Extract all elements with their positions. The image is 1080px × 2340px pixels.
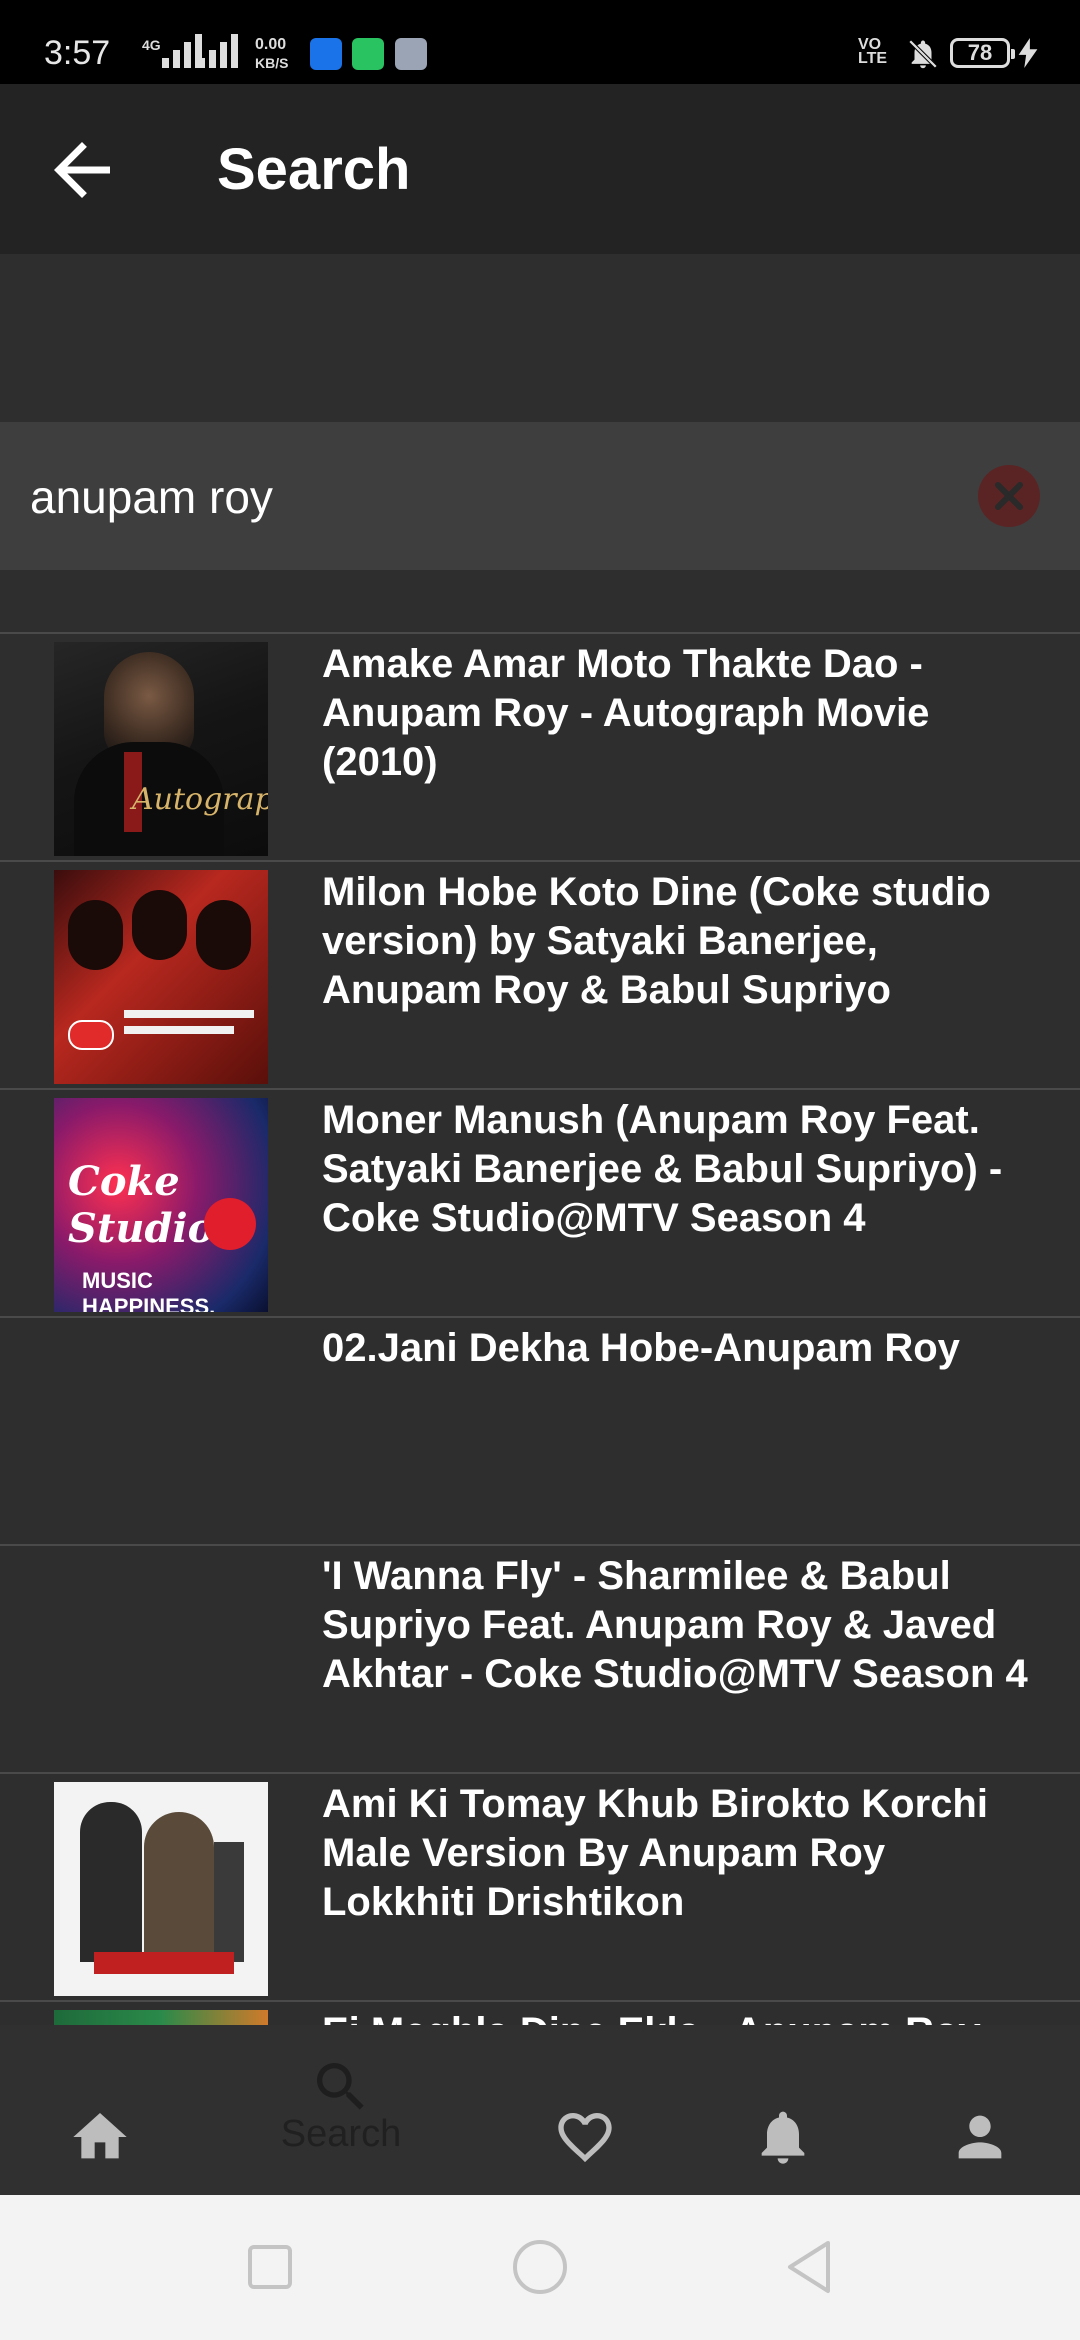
battery-level: 78 xyxy=(967,40,993,65)
app-notification-icon xyxy=(310,38,342,70)
result-title: 'I Wanna Fly' - Sharmilee & Babul Supriy… xyxy=(322,1554,1028,1696)
album-thumbnail xyxy=(54,870,268,1084)
status-time: 3:57 xyxy=(44,34,111,72)
volte-line2: LTE xyxy=(858,50,888,67)
signal-icon xyxy=(162,34,202,68)
thumbnail-text: Autograph. xyxy=(132,782,268,817)
thumbnail-text: MUSIC HAPPINESS. xyxy=(82,1268,216,1312)
album-thumbnail: Autograph. xyxy=(54,642,268,856)
result-title: Ami Ki Tomay Khub Birokto Korchi Male Ve… xyxy=(322,1782,988,1924)
result-row[interactable]: Autograph. Amake Amar Moto Thakte Dao - … xyxy=(0,632,1080,860)
result-title: Moner Manush (Anupam Roy Feat. Satyaki B… xyxy=(322,1098,1003,1240)
album-thumbnail xyxy=(54,1782,268,1996)
heart-icon xyxy=(558,2113,612,2163)
album-thumbnail: Coke Studio MUSIC HAPPINESS. xyxy=(54,1098,268,1312)
arrow-left-icon xyxy=(54,142,110,198)
results-list: Autograph. Amake Amar Moto Thakte Dao - … xyxy=(0,632,1080,2025)
result-row[interactable]: 02.Jani Dekha Hobe-Anupam Roy xyxy=(0,1316,1080,1544)
nav-search-label: Search xyxy=(280,2113,402,2155)
result-row[interactable]: Ami Ki Tomay Khub Birokto Korchi Male Ve… xyxy=(0,1772,1080,2000)
result-row[interactable]: Coke Studio MUSIC HAPPINESS. Moner Manus… xyxy=(0,1088,1080,1316)
header-spacer xyxy=(0,254,1080,422)
home-circle-icon[interactable] xyxy=(510,2237,570,2297)
nav-profile[interactable] xyxy=(880,2025,1080,2195)
system-navigation-bar xyxy=(0,2195,1080,2340)
search-icon xyxy=(317,2063,364,2110)
result-row[interactable]: 'I Wanna Fly' - Sharmilee & Babul Supriy… xyxy=(0,1544,1080,1772)
result-row[interactable]: Milon Hobe Koto Dine (Coke studio versio… xyxy=(0,860,1080,1088)
bell-icon xyxy=(761,2111,805,2164)
clear-search-button[interactable] xyxy=(978,465,1040,527)
back-triangle-icon[interactable] xyxy=(780,2237,840,2297)
volte-icon: VO LTE xyxy=(858,37,888,67)
nav-favorites[interactable] xyxy=(485,2025,685,2195)
person-icon xyxy=(958,2115,1002,2159)
result-row[interactable]: Ei Meghla Dine Ekla - Anupam Roy xyxy=(0,2000,1080,2025)
album-thumbnail xyxy=(54,2010,268,2025)
nav-home[interactable] xyxy=(0,2025,200,2195)
page-title: Search xyxy=(217,137,411,202)
status-bar: 3:57 4G 0.00 KB/S VO LTE 78 xyxy=(0,0,1080,84)
close-circle-icon xyxy=(995,482,1023,510)
nav-notifications[interactable] xyxy=(683,2025,883,2195)
mute-bell-icon xyxy=(908,39,938,69)
result-title: 02.Jani Dekha Hobe-Anupam Roy xyxy=(322,1326,960,1370)
recents-square-icon[interactable] xyxy=(240,2237,300,2297)
result-title: Milon Hobe Koto Dine (Coke studio versio… xyxy=(322,870,991,1012)
speed-unit: KB/S xyxy=(255,55,289,71)
search-input[interactable] xyxy=(30,462,930,532)
result-title: Amake Amar Moto Thakte Dao - Anupam Roy … xyxy=(322,642,930,784)
result-title: Ei Meghla Dine Ekla - Anupam Roy xyxy=(322,2008,1042,2025)
app-bar: Search xyxy=(0,84,1080,254)
speed-value: 0.00 xyxy=(255,36,287,53)
app-store-icon xyxy=(395,38,427,70)
signal-icon xyxy=(198,34,238,68)
chat-notification-icon xyxy=(352,38,384,70)
back-button[interactable] xyxy=(40,128,124,212)
nav-search[interactable]: Search xyxy=(241,2025,441,2195)
bottom-navigation: Search xyxy=(0,2025,1080,2195)
charging-icon xyxy=(1018,38,1038,68)
battery-icon: 78 xyxy=(950,38,1015,68)
search-bar xyxy=(0,422,1080,570)
network-gen-label: 4G xyxy=(142,37,161,53)
home-icon xyxy=(73,2113,127,2159)
